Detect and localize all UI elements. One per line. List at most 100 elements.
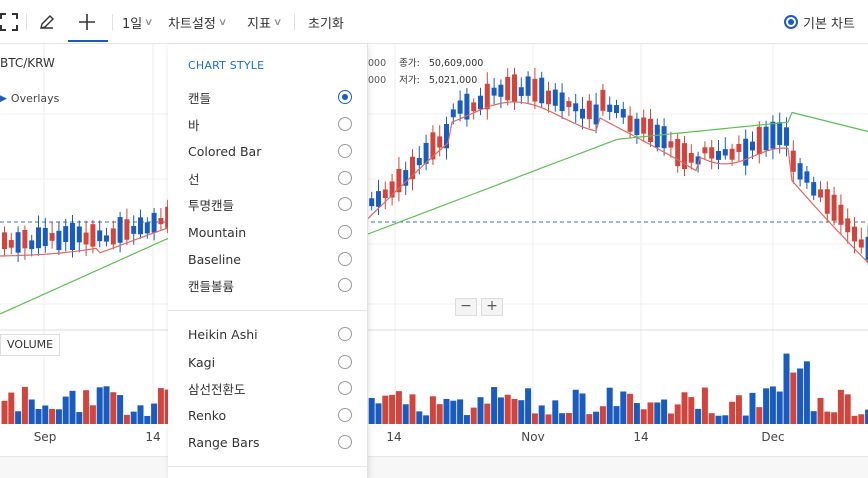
volume-bar <box>491 387 498 424</box>
candle <box>42 227 48 246</box>
volume-bar <box>525 388 532 424</box>
menu-item-heikin-ashi[interactable]: Heikin Ashi <box>168 321 368 347</box>
menu-item-three-line-break[interactable]: 삼선전환도 <box>168 375 368 401</box>
radio-selected-icon <box>784 15 798 29</box>
reset-label: 초기화 <box>308 16 344 32</box>
volume-bar <box>654 402 661 424</box>
candle <box>559 92 565 112</box>
volume-bar <box>477 397 484 424</box>
volume-bar <box>593 411 600 424</box>
candle <box>661 126 667 149</box>
menu-item-candle[interactable]: 캔들 <box>168 84 368 110</box>
volume-bar <box>137 405 144 424</box>
ohlc-row-1: 000 종가: 50,609,000 <box>368 55 483 69</box>
volume-bar <box>565 413 572 424</box>
menu-item-candle-volume[interactable]: 캔들볼륨 <box>168 272 368 298</box>
menu-divider <box>168 310 368 311</box>
volume-bar <box>49 408 56 424</box>
x-tick: 14 <box>145 430 161 444</box>
menu-item-baseline[interactable]: Baseline <box>168 246 368 272</box>
chart-area[interactable]: BTC/KRW ▶ Overlays 000 종가: 50,609,000 00… <box>0 44 868 456</box>
candle <box>22 230 28 249</box>
volume-bar <box>674 404 681 424</box>
radio-selected-icon[interactable] <box>338 90 352 104</box>
volume-bar <box>783 353 790 424</box>
menu-item-line[interactable]: 선 <box>168 165 368 191</box>
volume-bar <box>21 386 28 424</box>
candle <box>539 77 545 104</box>
candle <box>117 217 123 243</box>
fullscreen-icon[interactable] <box>0 0 18 44</box>
candle <box>498 84 504 97</box>
crosshair-icon[interactable] <box>78 0 96 44</box>
pencil-icon[interactable] <box>38 0 56 44</box>
candle <box>777 122 783 145</box>
candle <box>70 222 75 251</box>
volume-bar <box>606 387 613 424</box>
volume-bar <box>117 395 124 424</box>
reset-button[interactable]: 초기화 <box>308 0 344 44</box>
candle <box>688 152 694 163</box>
menu-item-hollow-candle[interactable]: 투명캔들 <box>168 191 368 217</box>
volume-bar <box>790 372 797 424</box>
radio-icon[interactable] <box>338 381 352 395</box>
volume-bar <box>389 394 396 424</box>
candle <box>76 226 82 243</box>
radio-icon[interactable] <box>338 144 352 158</box>
radio-icon[interactable] <box>338 171 352 185</box>
radio-icon[interactable] <box>338 327 352 341</box>
volume-bar <box>749 392 756 424</box>
radio-icon[interactable] <box>338 435 352 449</box>
candle <box>491 87 497 96</box>
menu-item-renko[interactable]: Renko <box>168 402 368 428</box>
default-chart-toggle[interactable]: 기본 차트 <box>784 0 855 44</box>
default-chart-label: 기본 차트 <box>803 16 855 32</box>
volume-bar <box>151 403 158 424</box>
indicator-button[interactable]: 지표 ∨ <box>247 0 282 44</box>
menu-item-label: 선 <box>188 171 200 187</box>
volume-bar <box>429 396 436 424</box>
candle <box>382 189 388 199</box>
candle <box>144 222 150 234</box>
menu-item-range-bars[interactable]: Range Bars <box>168 429 368 455</box>
ohlc-low-label: 저가: <box>399 75 420 86</box>
candle <box>702 147 708 154</box>
x-tick: Dec <box>761 430 785 444</box>
menu-item-bar[interactable]: 바 <box>168 111 368 137</box>
zoom-out-button[interactable]: − <box>455 298 477 316</box>
volume-bar <box>735 395 742 424</box>
candle <box>614 105 619 114</box>
volume-bar <box>545 414 552 424</box>
candle <box>158 217 164 225</box>
radio-icon[interactable] <box>338 355 352 369</box>
zoom-in-button[interactable]: + <box>481 298 503 316</box>
radio-icon[interactable] <box>338 197 352 211</box>
candle <box>743 138 749 166</box>
radio-icon[interactable] <box>338 278 352 292</box>
volume-bar <box>484 403 491 424</box>
chart-settings-button[interactable]: 차트설정 ∨ <box>168 0 227 44</box>
candle <box>369 198 375 207</box>
overlays-toggle[interactable]: ▶ Overlays <box>0 92 59 105</box>
volume-bar <box>402 404 409 424</box>
menu-item-colored-bar[interactable]: Colored Bar <box>168 138 368 164</box>
volume-bar <box>62 396 69 424</box>
ohlc-close-value: 50,609,000 <box>428 58 484 69</box>
radio-icon[interactable] <box>338 408 352 422</box>
candle <box>471 102 477 112</box>
candle <box>552 89 558 106</box>
radio-icon[interactable] <box>338 225 352 239</box>
candle <box>811 182 817 196</box>
volume-bar <box>729 401 736 424</box>
interval-select[interactable]: 1일 ∨ <box>122 0 154 44</box>
menu-item-kagi[interactable]: Kagi <box>168 349 368 375</box>
price-chart[interactable] <box>0 44 868 456</box>
candle <box>852 226 857 242</box>
candle <box>845 218 851 233</box>
radio-icon[interactable] <box>338 117 352 131</box>
menu-item-label: Baseline <box>188 251 241 267</box>
candle <box>546 90 551 105</box>
menu-item-mountain[interactable]: Mountain <box>168 219 368 245</box>
radio-icon[interactable] <box>338 252 352 266</box>
ohlc-low-partial: 000 <box>368 75 387 86</box>
